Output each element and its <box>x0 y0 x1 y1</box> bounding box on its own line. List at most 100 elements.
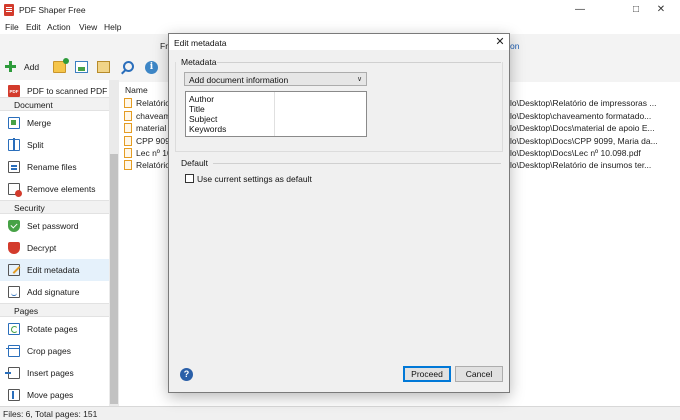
field-author[interactable]: Author <box>189 94 273 104</box>
crop-icon <box>6 345 20 357</box>
pdf-file-icon <box>124 148 132 158</box>
close-window-icon[interactable]: ✕ <box>641 0 680 20</box>
dialog-title: Edit metadata <box>174 38 227 48</box>
metadata-action-value: Add document information <box>189 75 289 85</box>
window-title: PDF Shaper Free <box>19 5 86 15</box>
sidebar-item-rename-files[interactable]: Rename files <box>0 156 109 178</box>
menu-edit[interactable]: Edit <box>26 22 41 32</box>
file-path: lo\Desktop\Relatório de impressoras ... <box>510 98 657 108</box>
sidebar-item-label: Rename files <box>27 162 77 172</box>
sidebar-item-label: Split <box>27 140 44 150</box>
field-list-divider <box>274 92 275 136</box>
background-text-fragment: Fr <box>160 41 169 51</box>
sidebar-item-split[interactable]: Split <box>0 134 109 156</box>
sidebar-item-label: Merge <box>27 118 52 128</box>
field-keywords[interactable]: Keywords <box>189 124 273 134</box>
use-default-checkbox[interactable] <box>185 174 194 183</box>
search-icon[interactable] <box>123 61 134 72</box>
merge-icon <box>8 117 20 129</box>
add-label: Add <box>24 62 40 72</box>
metadata-field-list[interactable]: Author Title Subject Keywords <box>185 91 367 137</box>
move-pages-icon <box>8 389 20 401</box>
rotate-icon <box>8 323 20 335</box>
file-path: lo\Desktop\Relatório de insumos ter... <box>510 160 652 170</box>
sidebar-item-merge[interactable]: Merge <box>0 112 109 134</box>
sidebar-item-label: Crop pages <box>27 346 71 356</box>
default-group-label: Default <box>181 158 208 168</box>
section-title: Security <box>14 203 45 213</box>
sidebar-item-add-signature[interactable]: Add signature <box>0 281 109 303</box>
sidebar-section-security[interactable]: Security <box>0 200 109 214</box>
sidebar-item-label: PDF to scanned PDF <box>27 86 108 96</box>
status-text: Files: 6, Total pages: 151 <box>3 409 98 419</box>
sidebar-item-label: Add signature <box>27 287 80 297</box>
shield-unlock-icon <box>8 242 20 254</box>
metadata-action-select[interactable]: Add document information ∨ <box>184 72 367 86</box>
menu-bar: File Edit Action View Help <box>0 20 680 34</box>
menu-file[interactable]: File <box>5 22 19 32</box>
use-default-label[interactable]: Use current settings as default <box>197 174 312 184</box>
sidebar-item-insert-pages[interactable]: Insert pages <box>0 362 109 384</box>
sidebar: PDF to scanned PDF Document Merge Split … <box>0 80 109 406</box>
sidebar-section-pages[interactable]: Pages <box>0 303 109 317</box>
pdf-file-icon <box>124 111 132 121</box>
sidebar-item-crop-pages[interactable]: Crop pages <box>0 340 109 362</box>
sidebar-item-label: Move pages <box>27 390 74 400</box>
add-folder-icon[interactable] <box>53 58 69 73</box>
menu-help[interactable]: Help <box>104 22 121 32</box>
section-title: Pages <box>14 306 39 316</box>
close-icon[interactable]: ✕ <box>493 35 507 49</box>
file-path: lo\Desktop\chaveamento formatado... <box>510 111 652 121</box>
sidebar-item-decrypt[interactable]: Decrypt <box>0 237 109 259</box>
menu-action[interactable]: Action <box>47 22 71 32</box>
sidebar-scrollbar-thumb[interactable] <box>110 154 118 404</box>
sidebar-item-label: Set password <box>27 221 79 231</box>
window-titlebar: PDF Shaper Free — □ ✕ <box>0 0 680 20</box>
file-path: lo\Desktop\Docs\material de apoio E... <box>510 123 655 133</box>
sidebar-item-edit-metadata[interactable]: Edit metadata <box>0 259 109 281</box>
plus-icon <box>5 61 16 72</box>
pdf-file-icon <box>124 160 132 170</box>
chevron-down-icon: ∨ <box>356 76 363 83</box>
sidebar-section-document[interactable]: Document <box>0 97 109 111</box>
sidebar-item-label: Rotate pages <box>27 324 78 334</box>
split-icon <box>8 138 20 151</box>
sidebar-item-label: Remove elements <box>27 184 96 194</box>
shield-check-icon <box>8 220 20 232</box>
edit-metadata-dialog: Edit metadata ✕ Metadata Add document in… <box>168 33 510 393</box>
dialog-titlebar: Edit metadata ✕ <box>169 34 509 50</box>
menu-view[interactable]: View <box>79 22 97 32</box>
pdf-icon <box>8 85 20 97</box>
pdf-file-icon <box>124 123 132 133</box>
sidebar-item-move-pages[interactable]: Move pages <box>0 384 109 406</box>
app-logo-icon <box>4 4 14 16</box>
background-link-fragment[interactable]: on <box>510 41 519 51</box>
proceed-button[interactable]: Proceed <box>403 366 451 382</box>
sidebar-item-set-password[interactable]: Set password <box>0 215 109 237</box>
field-subject[interactable]: Subject <box>189 114 273 124</box>
sidebar-item-label: Edit metadata <box>27 265 80 275</box>
edit-metadata-icon <box>8 264 20 276</box>
file-path: lo\Desktop\Docs\CPP 9099, Maria da... <box>510 136 658 146</box>
default-group-divider <box>213 163 501 164</box>
field-title[interactable]: Title <box>189 104 273 114</box>
add-image-icon[interactable] <box>75 61 88 73</box>
sidebar-item-rotate-pages[interactable]: Rotate pages <box>0 318 109 340</box>
minimize-icon[interactable]: — <box>560 0 600 20</box>
sidebar-item-label: Decrypt <box>27 243 57 253</box>
insert-pages-icon <box>5 367 20 379</box>
file-path: lo\Desktop\Docs\Lec nº 10.098.pdf <box>510 148 641 158</box>
clipboard-icon[interactable] <box>97 61 110 73</box>
column-header-name[interactable]: Name <box>125 85 148 95</box>
status-bar: Files: 6, Total pages: 151 <box>0 406 680 420</box>
sidebar-item-label: Insert pages <box>27 368 74 378</box>
remove-elements-icon <box>8 183 22 197</box>
pdf-file-icon <box>124 136 132 146</box>
sidebar-item-remove-elements[interactable]: Remove elements <box>0 178 109 200</box>
rename-icon <box>8 161 20 173</box>
help-icon[interactable]: ? <box>180 368 193 381</box>
cancel-button[interactable]: Cancel <box>455 366 503 382</box>
info-icon[interactable]: i <box>145 61 158 74</box>
section-title: Document <box>14 100 53 110</box>
pdf-file-icon <box>124 98 132 108</box>
